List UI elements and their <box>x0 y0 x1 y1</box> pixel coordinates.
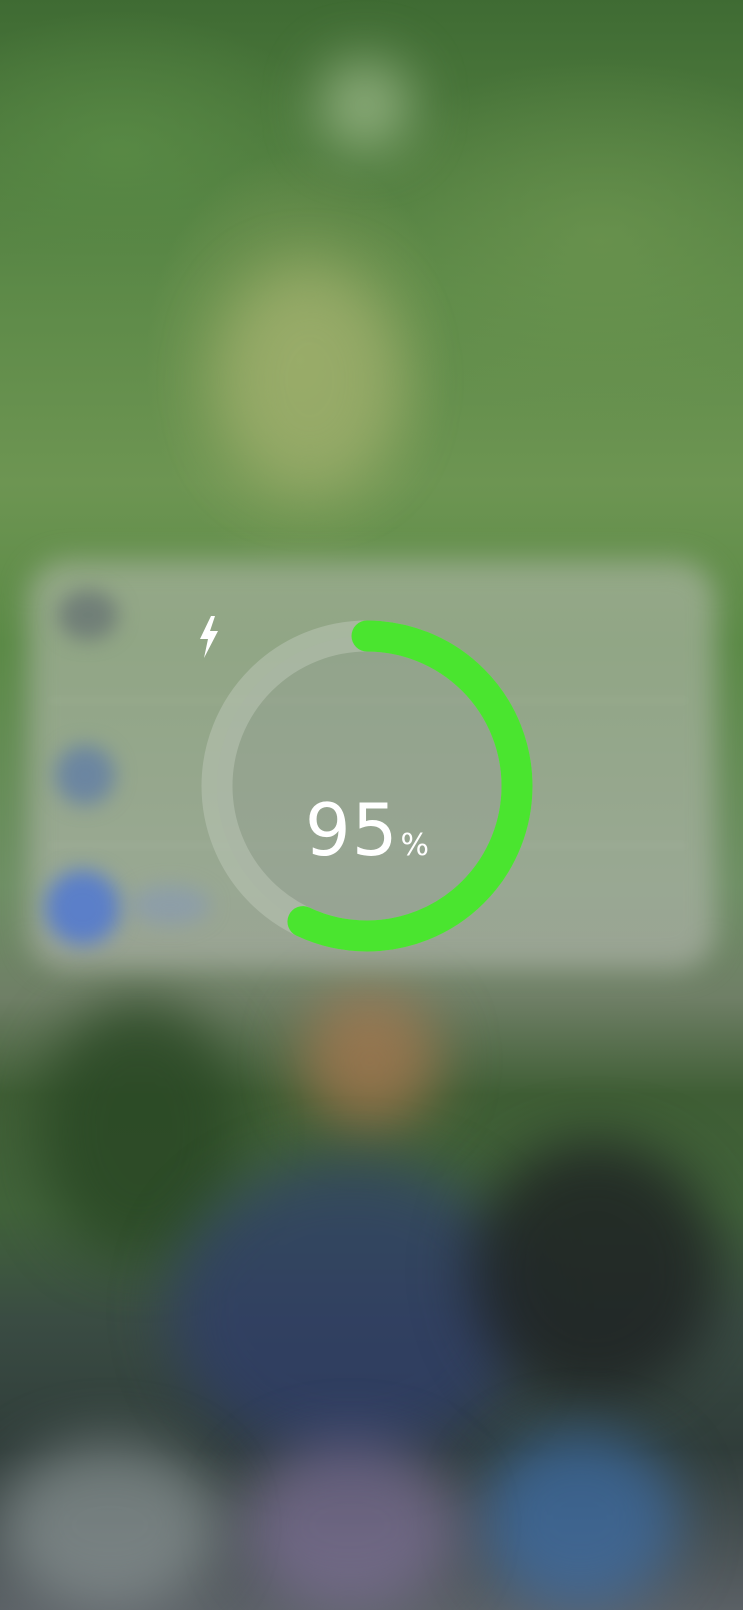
wallpaper-warm-spot <box>300 990 440 1130</box>
blurred-app-icon <box>58 590 118 640</box>
charging-indicator: 95% <box>197 616 537 956</box>
blurred-app-icon <box>45 870 120 945</box>
blurred-app-icon <box>55 745 115 805</box>
charging-ring <box>201 620 533 952</box>
battery-percentage-value: 95 <box>304 788 399 872</box>
battery-percentage: 95% <box>197 794 537 866</box>
wallpaper-lilac-spot <box>240 1440 460 1610</box>
wallpaper-blue-corner <box>480 1430 680 1610</box>
wallpaper-grey-corner <box>0 1440 220 1610</box>
lightning-bolt-icon <box>200 616 218 658</box>
wallpaper-dark-shape <box>470 1140 720 1400</box>
wallpaper-highlight <box>220 270 400 490</box>
wallpaper-light-spot <box>320 60 410 150</box>
battery-percentage-unit: % <box>400 828 430 863</box>
